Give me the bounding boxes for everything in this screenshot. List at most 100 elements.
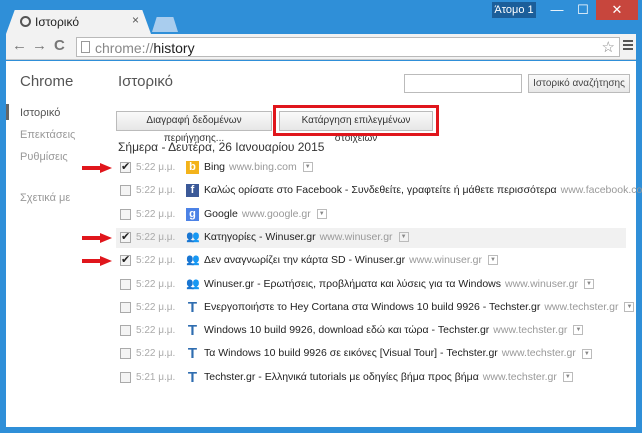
entry-title-link[interactable]: Winuser.gr - Ερωτήσεις, προβλήματα και λ… xyxy=(204,278,594,290)
entry-checkbox[interactable] xyxy=(120,301,131,313)
entry-menu-dropdown-icon[interactable]: ▼ xyxy=(302,162,313,173)
entry-menu-dropdown-icon[interactable]: ▼ xyxy=(316,208,327,219)
entry-checkbox[interactable] xyxy=(120,371,131,383)
address-bar[interactable]: chrome://history ☆ xyxy=(76,37,620,57)
sidebar-item-about[interactable]: Σχετικά με xyxy=(20,192,70,204)
entry-menu-dropdown-icon[interactable]: ▼ xyxy=(562,371,573,382)
page-icon xyxy=(81,41,90,53)
entry-title[interactable]: Κατηγορίες - Winuser.gr xyxy=(204,231,316,243)
profile-button[interactable]: Άτομο 1 xyxy=(492,2,536,18)
entry-checkbox[interactable] xyxy=(120,208,131,220)
entry-title-link[interactable]: Techster.gr - Ελληνικά tutorials με οδηγ… xyxy=(204,371,573,383)
entry-title-link[interactable]: Τα Windows 10 build 9926 σε εικόνες [Vis… xyxy=(204,347,592,359)
entry-domain: www.winuser.gr xyxy=(409,254,483,267)
entry-time: 5:22 μ.μ. xyxy=(136,185,176,197)
entry-time: 5:22 μ.μ. xyxy=(136,162,176,173)
reload-button[interactable]: C xyxy=(54,38,65,54)
history-entry[interactable]: 5:22 μ.μ. T Windows 10 build 9926, downloa… xyxy=(116,321,626,341)
entry-title[interactable]: Windows 10 build 9926, download εδώ και … xyxy=(204,324,489,336)
history-search-input[interactable] xyxy=(404,74,522,93)
entry-title-link[interactable]: Bing www.bing.com ▼ xyxy=(204,161,313,173)
entry-checkbox[interactable] xyxy=(120,230,131,243)
entry-title-link[interactable]: Καλώς ορίσατε στο Facebook - Συνδεθείτε,… xyxy=(204,184,642,196)
close-window-button[interactable]: ✕ xyxy=(596,0,638,20)
winuser-icon: 👥 xyxy=(186,254,200,267)
entry-menu-dropdown-icon[interactable]: ▼ xyxy=(398,232,409,243)
history-entry[interactable]: 5:22 μ.μ. T Ενεργοποιήστε το Hey Cortana σ… xyxy=(116,298,635,318)
entry-time: 5:22 μ.μ. xyxy=(136,325,176,337)
entry-checkbox[interactable] xyxy=(120,253,131,267)
clear-browsing-data-button[interactable]: Διαγραφή δεδομένων περιήγησης... xyxy=(116,111,272,144)
history-entry[interactable]: 5:21 μ.μ. T Techster.gr - Ελληνικά tutoria… xyxy=(116,368,626,388)
history-tab-icon xyxy=(20,16,31,27)
entry-title[interactable]: Δεν αναγνωρίζει την κάρτα SD - Winuser.g… xyxy=(204,254,405,266)
entry-title[interactable]: Winuser.gr - Ερωτήσεις, προβλήματα και λ… xyxy=(204,278,501,290)
entry-time: 5:22 μ.μ. xyxy=(136,255,176,267)
history-entry[interactable]: 5:22 μ.μ. b Bing www.bing.com ▼ xyxy=(116,158,626,178)
browser-window: Ιστορικό × Άτομο 1 — ☐ ✕ ← → C chrome://… xyxy=(0,0,642,433)
entry-checkbox[interactable] xyxy=(120,278,131,290)
red-arrow-icon xyxy=(82,232,112,243)
entry-menu-dropdown-icon[interactable]: ▼ xyxy=(573,325,584,336)
entry-checkbox[interactable] xyxy=(120,185,131,197)
entry-title[interactable]: Techster.gr - Ελληνικά tutorials με οδηγ… xyxy=(204,371,479,383)
entry-title[interactable]: Bing xyxy=(204,161,225,173)
winuser-icon: 👥 xyxy=(186,230,200,243)
entry-domain: www.techster.gr xyxy=(493,324,568,337)
search-history-button[interactable]: Ιστορικό αναζήτησης xyxy=(528,74,630,93)
entry-title-link[interactable]: Κατηγορίες - Winuser.gr www.winuser.gr ▼ xyxy=(204,231,409,243)
facebook-icon: f xyxy=(186,184,199,198)
history-entry[interactable]: 5:22 μ.μ. 👥 Winuser.gr - Ερωτήσεις, προβλή… xyxy=(116,275,626,295)
new-tab-button[interactable] xyxy=(152,17,178,32)
entry-menu-dropdown-icon[interactable]: ▼ xyxy=(488,255,499,266)
entry-title[interactable]: Τα Windows 10 build 9926 σε εικόνες [Vis… xyxy=(204,347,498,359)
entry-menu-dropdown-icon[interactable]: ▼ xyxy=(581,348,592,359)
history-entry[interactable]: 5:22 μ.μ. 👥 Δεν αναγνωρίζει την κάρτα SD -… xyxy=(116,251,626,271)
chrome-menu-icon[interactable] xyxy=(623,40,633,52)
entry-title-link[interactable]: Δεν αναγνωρίζει την κάρτα SD - Winuser.g… xyxy=(204,254,499,267)
techster-icon: T xyxy=(187,322,198,340)
sidebar-item-history[interactable]: Ιστορικό xyxy=(20,107,60,119)
back-button[interactable]: ← xyxy=(12,38,27,54)
history-entry[interactable]: 5:22 μ.μ. 👥 Κατηγορίες - Winuser.grwww.win… xyxy=(116,227,626,248)
entry-time: 5:22 μ.μ. xyxy=(136,231,176,243)
bookmark-star-icon[interactable]: ☆ xyxy=(602,38,615,56)
entry-menu-dropdown-icon[interactable]: ▼ xyxy=(583,278,594,289)
entry-domain: www.techster.gr xyxy=(482,370,557,383)
minimize-button[interactable]: — xyxy=(544,0,570,20)
entry-domain: www.bing.com xyxy=(229,161,297,173)
title-bar: Ιστορικό × Άτομο 1 — ☐ ✕ xyxy=(0,0,642,34)
red-arrow-icon xyxy=(82,163,112,173)
entry-checkbox[interactable] xyxy=(120,348,131,360)
winuser-icon: 👥 xyxy=(186,277,200,290)
sidebar-item-extensions[interactable]: Επεκτάσεις xyxy=(20,129,75,141)
history-page: Chrome Ιστορικό Επεκτάσεις Ρυθμίσεις Σχε… xyxy=(6,61,642,427)
browser-toolbar: ← → C chrome://history ☆ xyxy=(6,34,636,60)
entry-checkbox[interactable] xyxy=(120,325,131,337)
history-entry[interactable]: 5:22 μ.μ. f Καλώς ορίσατε στο Facebook - Σ… xyxy=(116,181,642,201)
entry-title[interactable]: Google xyxy=(204,208,238,220)
maximize-button[interactable]: ☐ xyxy=(570,0,596,20)
entry-title-link[interactable]: Windows 10 build 9926, download εδώ και … xyxy=(204,324,584,337)
entry-title-link[interactable]: Google www.google.gr ▼ xyxy=(204,208,327,220)
history-entry[interactable]: 5:22 μ.μ. g Google www.google.gr ▼ xyxy=(116,205,626,225)
techster-icon: T xyxy=(187,298,198,316)
entry-title-link[interactable]: Ενεργοποιήστε το Hey Cortana στα Windows… xyxy=(204,301,635,313)
entry-menu-dropdown-icon[interactable]: ▼ xyxy=(624,302,635,313)
entry-title[interactable]: Ενεργοποιήστε το Hey Cortana στα Windows… xyxy=(204,301,540,313)
entry-time: 5:21 μ.μ. xyxy=(136,371,176,383)
entry-time: 5:22 μ.μ. xyxy=(136,348,176,360)
tab-title: Ιστορικό xyxy=(35,15,80,29)
red-arrow-icon xyxy=(82,256,112,267)
address-text: chrome://history xyxy=(95,40,195,56)
tab-close-button[interactable]: × xyxy=(132,13,139,27)
entry-title[interactable]: Καλώς ορίσατε στο Facebook - Συνδεθείτε,… xyxy=(204,184,557,196)
sidebar-item-settings[interactable]: Ρυθμίσεις xyxy=(20,151,68,163)
page-title: Ιστορικό xyxy=(118,73,174,90)
history-entry[interactable]: 5:22 μ.μ. T Τα Windows 10 build 9926 σε ει… xyxy=(116,344,626,364)
entry-time: 5:22 μ.μ. xyxy=(136,278,176,290)
sidebar-brand: Chrome xyxy=(20,73,74,90)
entry-checkbox[interactable] xyxy=(120,160,131,173)
date-heading: Σήμερα - Δευτέρα, 26 Ιανουαρίου 2015 xyxy=(118,140,325,154)
forward-button[interactable]: → xyxy=(32,38,47,54)
